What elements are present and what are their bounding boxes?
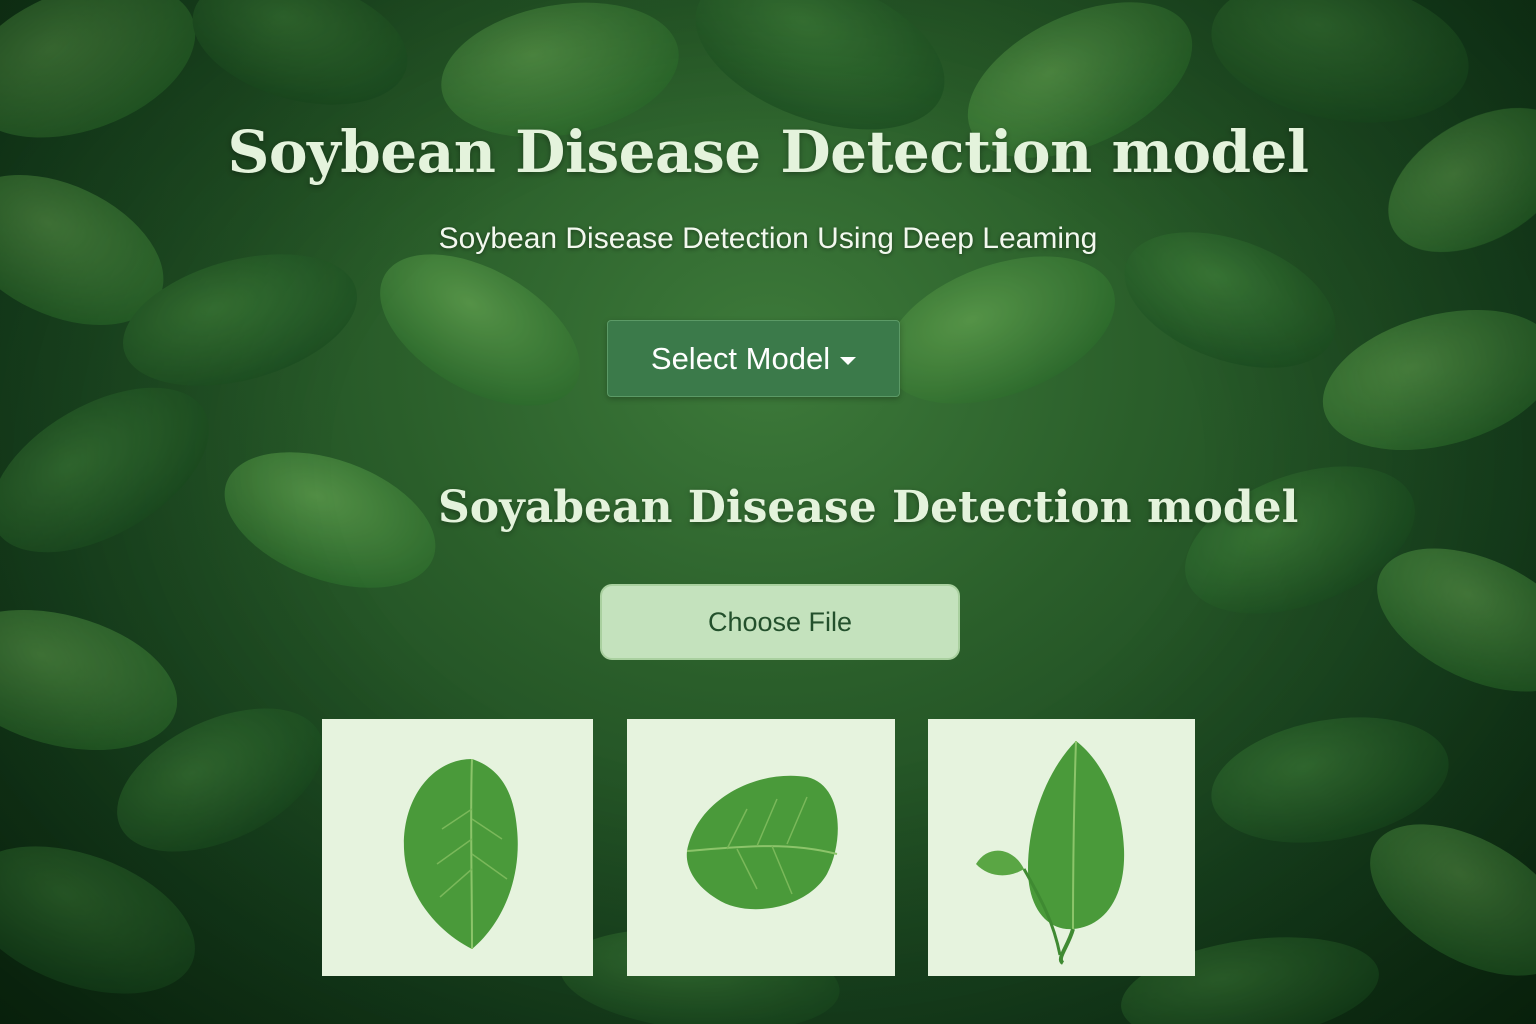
leaf-sample-1: [322, 719, 593, 976]
leaf-sample-2: [627, 719, 895, 976]
choose-file-label: Choose File: [707, 606, 853, 637]
choose-file-button[interactable]: Choose File: [600, 584, 960, 660]
select-model-button[interactable]: Select Model: [607, 320, 900, 397]
caret-down-icon: [840, 356, 857, 365]
page-subtitle: Soybean Disease Detection Using Deep Lea…: [438, 222, 1098, 255]
leaf-icon: [976, 740, 1125, 965]
leaf-sample-3: [928, 719, 1195, 976]
leaf-icon: [403, 758, 518, 950]
select-model-label: Select Model: [650, 340, 831, 376]
leaf-icon: [686, 775, 838, 910]
page-title: Soybean Disease Detection model: [227, 118, 1309, 186]
section-title: Soyabean Disease Detection model: [438, 482, 1299, 533]
